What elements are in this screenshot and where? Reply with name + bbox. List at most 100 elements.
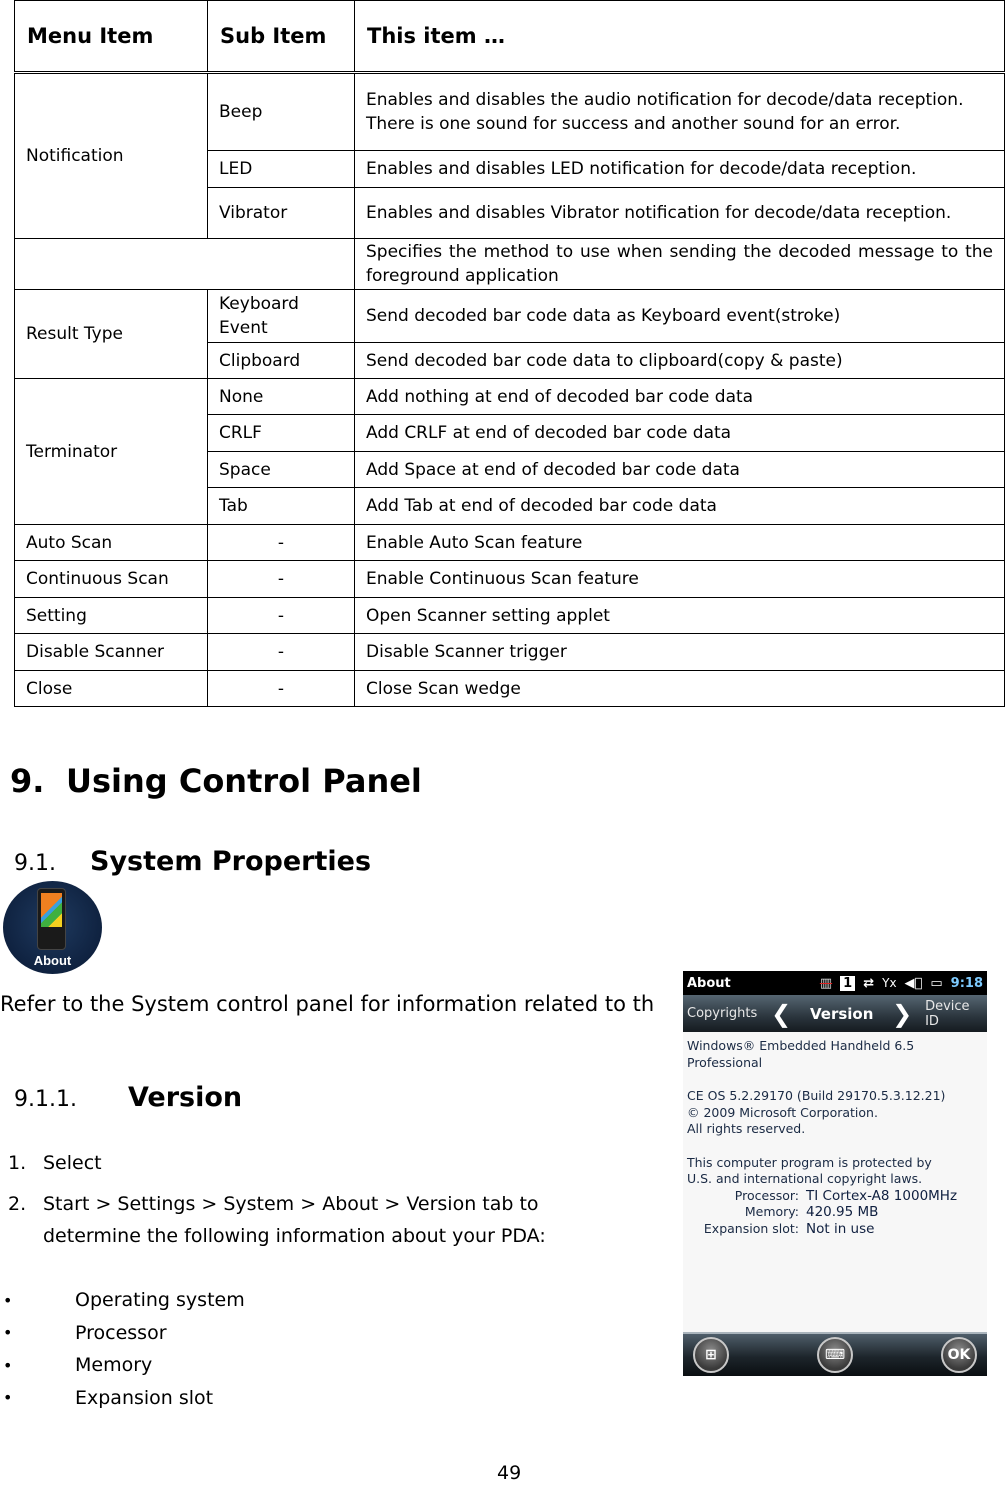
protection-line-2: U.S. and international copyright laws.	[687, 1171, 923, 1186]
bullet-icon: •	[3, 1290, 13, 1310]
table-row: Setting - Open Scanner setting applet	[14, 597, 1005, 634]
about-icon-label: About	[33, 953, 72, 968]
sub-cell: -	[207, 633, 355, 671]
softkey-bar: ⊞ ⌨ OK	[683, 1332, 987, 1376]
sub-cell: -	[207, 597, 355, 634]
sub-cell: -	[207, 670, 355, 707]
bullet-item: • Memory	[2, 1349, 245, 1382]
bullet-item: • Expansion slot	[2, 1382, 245, 1415]
table-row: Continuous Scan - Enable Continuous Scan…	[14, 560, 1005, 598]
chevron-left-icon[interactable]: ❮	[768, 1000, 794, 1028]
windows-logo-icon	[41, 893, 62, 927]
bullet-item: • Processor	[2, 1317, 245, 1350]
info-value: TI Cortex-A8 1000MHz	[806, 1187, 958, 1204]
menu-cell: Disable Scanner	[14, 633, 208, 671]
sub-cell: Clipboard	[207, 342, 355, 379]
rights-line: All rights reserved.	[687, 1121, 806, 1136]
bullet-text: Memory	[75, 1354, 153, 1377]
section-title: Using Control Panel	[66, 762, 422, 800]
subsubsection-number: 9.1.1.	[14, 1087, 77, 1112]
table-row: Result Type Keyboard Event Send decoded …	[14, 289, 1005, 379]
info-key: Expansion slot:	[703, 1220, 799, 1236]
subsection-number: 9.1.	[14, 851, 56, 876]
bullet-text: Operating system	[75, 1289, 245, 1312]
info-key: Processor:	[734, 1187, 799, 1203]
step-number: 2.	[8, 1193, 27, 1215]
info-value: 420.95 MB	[806, 1204, 879, 1220]
desc-cell: Enables and disables Vibrator notificati…	[354, 187, 1005, 239]
status-bar: About ▥ 1 ⇄ Yx ◀⃦ ▭ 9:18	[683, 971, 987, 995]
bullet-text: Processor	[75, 1321, 167, 1344]
tab-bar: Copyrights ❮ Version ❯ Device ID	[683, 995, 987, 1032]
tab-device-id[interactable]: Device ID	[925, 999, 987, 1029]
info-key: Memory:	[744, 1204, 799, 1219]
tab-copyrights[interactable]: Copyrights	[683, 1006, 768, 1021]
bullet-icon: •	[3, 1355, 13, 1375]
start-button[interactable]: ⊞	[693, 1337, 729, 1373]
sub-cell: Beep	[207, 72, 355, 151]
copyright-line: © 2009 Microsoft Corporation.	[687, 1104, 878, 1120]
sim-icon: ▥	[819, 975, 833, 991]
bullet-text: Expansion slot	[75, 1386, 214, 1409]
header-description: This item …	[354, 0, 1005, 74]
section-number: 9.	[10, 762, 45, 800]
keyboard-button[interactable]: ⌨	[817, 1337, 853, 1373]
protection-line-1: This computer program is protected by	[687, 1154, 932, 1170]
step-item: 2. Start > Settings > System > About > V…	[8, 1188, 603, 1252]
app-title: About	[687, 975, 731, 991]
table-row: Disable Scanner - Disable Scanner trigge…	[14, 633, 1005, 671]
desc-cell: Add Space at end of decoded bar code dat…	[354, 451, 1005, 488]
menu-cell: Close	[14, 670, 208, 707]
device-screenshot: About ▥ 1 ⇄ Yx ◀⃦ ▭ 9:18 Copyrights ❮ Ve…	[683, 971, 987, 1376]
desc-cell: Add CRLF at end of decoded bar code data	[354, 414, 1005, 452]
phone-icon	[37, 888, 66, 950]
desc-cell: Add Tab at end of decoded bar code data	[354, 487, 1005, 525]
menu-cell: Auto Scan	[14, 524, 208, 561]
sub-cell: -	[207, 560, 355, 598]
windows-start-icon: ⊞	[705, 1347, 717, 1363]
step-text: Select	[43, 1152, 102, 1174]
table-row: Notification Beep Enables and disables t…	[14, 72, 1005, 239]
tab-version[interactable]: Version	[794, 1005, 889, 1023]
product-name: Windows® Embedded Handheld 6.5 Professio…	[687, 1038, 915, 1070]
sub-cell: CRLF	[207, 414, 355, 452]
bullet-icon: •	[3, 1323, 13, 1343]
table-row: Terminator None Add nothing at end of de…	[14, 378, 1005, 525]
menu-items-table: Menu Item Sub Item This item … Notificat…	[14, 0, 1005, 707]
processor-row: Processor: TI Cortex-A8 1000MHz	[687, 1188, 983, 1205]
sub-cell: Vibrator	[207, 187, 355, 239]
memory-row: Memory: 420.95 MB	[687, 1204, 983, 1221]
battery-icon: ▭	[930, 975, 943, 991]
desc-cell: Close Scan wedge	[354, 670, 1005, 707]
desc-cell: Enables and disables the audio notificat…	[354, 72, 1005, 151]
table-header-row: Menu Item Sub Item This item …	[14, 0, 1005, 74]
desc-cell: Specifies the method to use when sending…	[354, 238, 1005, 290]
bullet-item: • Operating system	[2, 1284, 245, 1317]
subsection-title: System Properties	[90, 846, 372, 877]
sub-cell: LED	[207, 150, 355, 188]
page-number: 49	[497, 1462, 522, 1484]
desc-cell: Open Scanner setting applet	[354, 597, 1005, 634]
info-bullet-list: • Operating system • Processor • Memory • Ex…	[2, 1284, 245, 1414]
notification-badge: 1	[840, 975, 856, 991]
subsubsection-heading: 9.1.1. Version	[14, 1082, 242, 1113]
desc-cell: Enables and disables LED notification fo…	[354, 150, 1005, 188]
ok-button[interactable]: OK	[941, 1337, 977, 1373]
table-row: Specifies the method to use when sending…	[14, 238, 1005, 290]
table-row: Auto Scan - Enable Auto Scan feature	[14, 524, 1005, 561]
header-sub-item: Sub Item	[207, 0, 355, 74]
sub-cell: -	[207, 524, 355, 561]
step-number: 1.	[8, 1152, 27, 1174]
os-version: CE OS 5.2.29170 (Build 29170.5.3.12.21)	[687, 1088, 946, 1103]
desc-cell: Enable Continuous Scan feature	[354, 560, 1005, 598]
menu-cell: Continuous Scan	[14, 560, 208, 598]
step-item: 1. Select	[8, 1147, 603, 1179]
keyboard-icon: ⌨	[824, 1347, 846, 1363]
chevron-right-icon[interactable]: ❯	[889, 1000, 915, 1028]
sub-cell: None	[207, 378, 355, 415]
clock: 9:18	[950, 975, 983, 991]
sync-icon: ⇄	[863, 975, 875, 991]
desc-cell: Send decoded bar code data as Keyboard e…	[354, 289, 1005, 343]
bullet-icon: •	[3, 1388, 13, 1408]
steps-list: 1. Select 2. Start > Settings > System >…	[8, 1147, 603, 1261]
